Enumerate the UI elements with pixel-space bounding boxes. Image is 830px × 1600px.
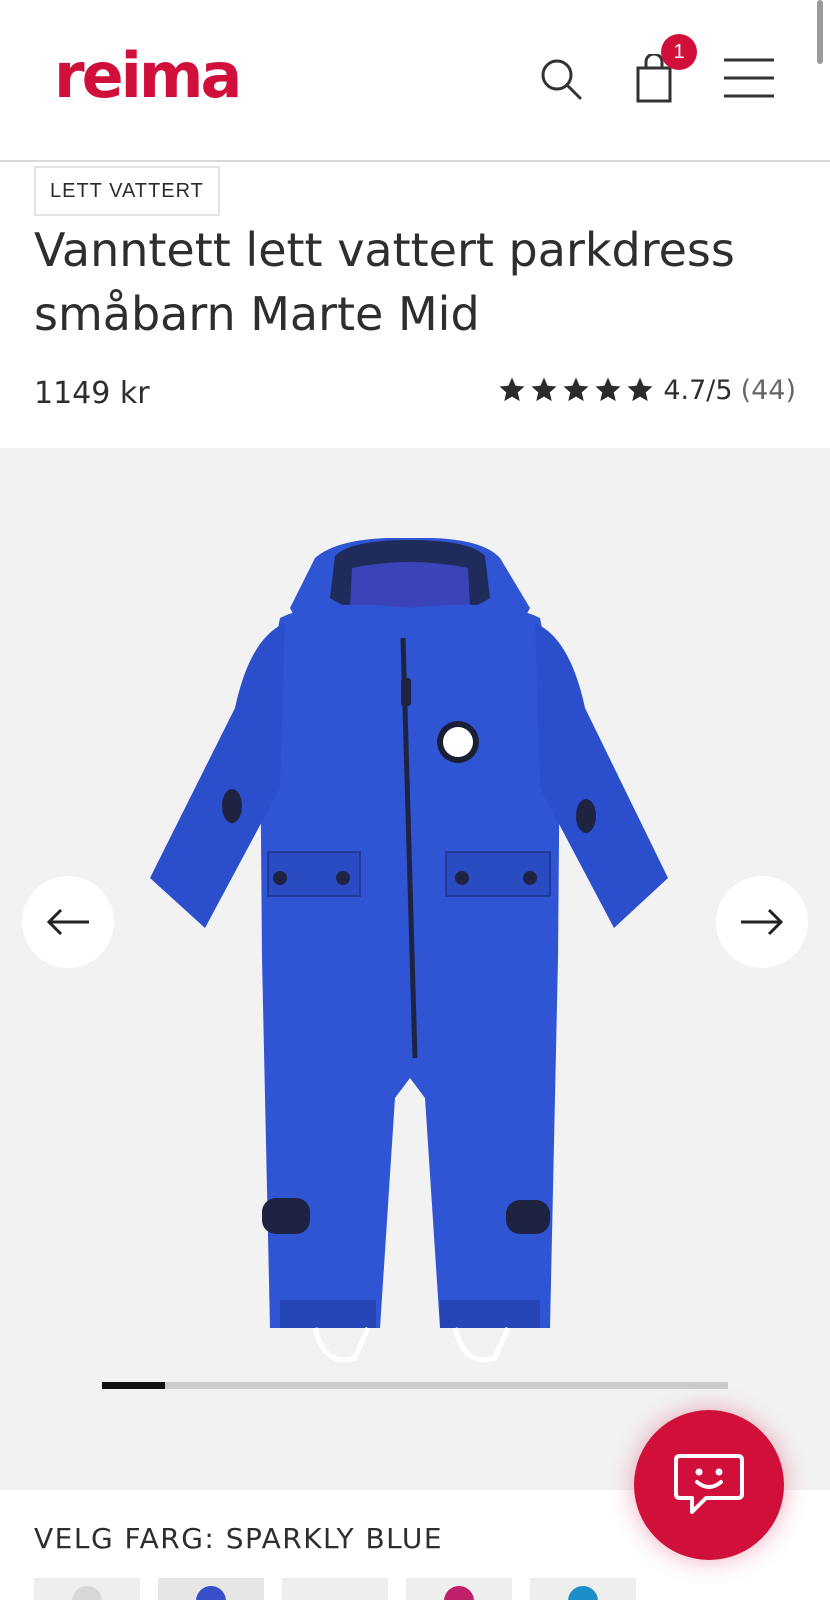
site-header: reima 1: [0, 0, 830, 162]
reima-logo[interactable]: reima: [54, 40, 242, 112]
rating-stars: [497, 375, 657, 405]
chat-button[interactable]: [634, 1410, 784, 1560]
rating-count: (44): [740, 374, 796, 406]
swatch-color-dot: [320, 1586, 350, 1600]
gallery-next-button[interactable]: [716, 876, 808, 968]
color-swatch[interactable]: [282, 1578, 388, 1600]
product-title: Vanntett lett vattert parkdress småbarn …: [34, 223, 735, 341]
star-icon: [531, 377, 557, 402]
color-swatches: [34, 1578, 654, 1600]
product-image: [150, 538, 668, 1363]
color-selection-label: VELG FARG: SPARKLY BLUE: [34, 1522, 444, 1555]
hamburger-menu-icon[interactable]: [722, 56, 776, 100]
product-rating[interactable]: 4.7/5 (44): [497, 370, 796, 410]
color-swatch[interactable]: [530, 1578, 636, 1600]
star-icon: [627, 377, 653, 402]
cart-count-badge: 1: [661, 34, 697, 70]
product-price: 1149 kr: [34, 376, 150, 411]
product-category-tag: LETT VATTERT: [34, 166, 220, 216]
swatch-color-dot: [444, 1586, 474, 1600]
star-icon: [595, 377, 621, 402]
swatch-color-dot: [196, 1586, 226, 1600]
rating-score: 4.7/5: [663, 374, 733, 406]
star-icon: [563, 377, 589, 402]
product-image-gallery[interactable]: [0, 448, 830, 1490]
search-icon[interactable]: [538, 56, 584, 102]
star-icon: [499, 377, 525, 402]
page-scrollbar[interactable]: [817, 0, 823, 64]
gallery-progress-fill: [102, 1382, 165, 1389]
swatch-color-dot: [72, 1586, 102, 1600]
arrow-left-icon: [46, 908, 89, 936]
swatch-color-dot: [568, 1586, 598, 1600]
color-swatch[interactable]: [406, 1578, 512, 1600]
gallery-progress-bar: [102, 1382, 728, 1389]
chat-smile-icon: [674, 1454, 744, 1514]
arrow-right-icon: [741, 908, 784, 936]
color-swatch[interactable]: [34, 1578, 140, 1600]
gallery-prev-button[interactable]: [22, 876, 114, 968]
color-swatch[interactable]: [158, 1578, 264, 1600]
